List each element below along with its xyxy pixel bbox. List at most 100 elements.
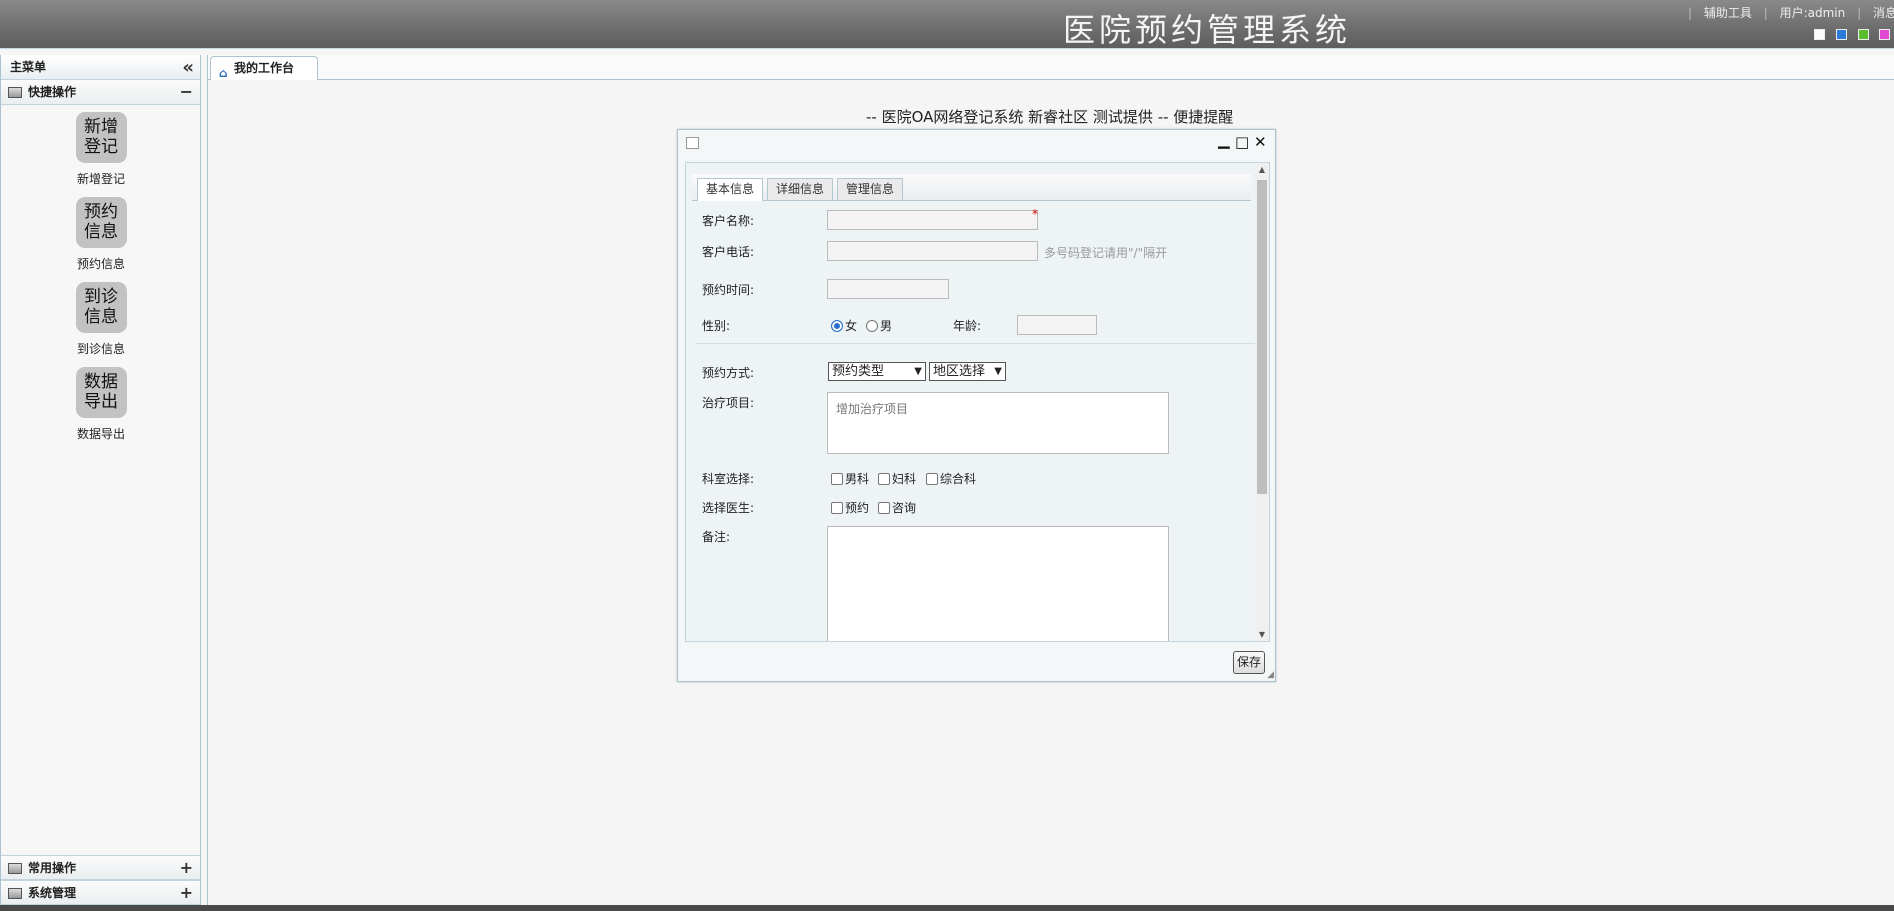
dialog-footer: 保存 ◢ bbox=[678, 643, 1275, 681]
quick-label[interactable]: 预约信息 bbox=[1, 255, 201, 272]
register-dialog: ▁ □ ✕ 基本信息 详细信息 管理信息 客户名称: * 客户电话: 多号码登记… bbox=[677, 129, 1276, 682]
separator: | bbox=[1688, 6, 1693, 20]
expand-icon[interactable]: + bbox=[180, 881, 193, 905]
maximize-icon[interactable]: □ bbox=[1235, 133, 1249, 151]
panel-system-title: 系统管理 bbox=[28, 886, 77, 900]
checkbox[interactable] bbox=[878, 502, 890, 514]
name-label: 客户名称: bbox=[702, 214, 755, 228]
save-button[interactable]: 保存 bbox=[1233, 651, 1265, 674]
top-header: 医院预约管理系统 | 辅助工具 | 用户:admin | 消息 | 退 bbox=[0, 0, 1894, 49]
skin-switcher bbox=[1814, 29, 1894, 41]
region-value: 地区选择 bbox=[933, 364, 986, 379]
dept-option-general[interactable]: 综合科 bbox=[926, 470, 976, 487]
skin-default[interactable] bbox=[1814, 29, 1825, 40]
gender-female-option[interactable]: 女 bbox=[831, 317, 857, 334]
skin-green[interactable] bbox=[1857, 29, 1869, 40]
remark-textarea[interactable] bbox=[827, 526, 1169, 641]
dialog-body: 基本信息 详细信息 管理信息 客户名称: * 客户电话: 多号码登记请用"/"隔… bbox=[685, 162, 1270, 642]
quick-item-appointments[interactable]: 预约 信息 预约信息 bbox=[1, 197, 201, 272]
treatment-textarea[interactable]: 增加治疗项目 bbox=[827, 392, 1169, 454]
gender-male-option[interactable]: 男 bbox=[866, 317, 892, 334]
radio-male[interactable] bbox=[866, 320, 878, 332]
dept-option-male[interactable]: 男科 bbox=[831, 470, 869, 487]
notice-text: -- 医院OA网络登记系统 新睿社区 测试提供 -- 便捷提醒 bbox=[866, 108, 1234, 126]
method-label: 预约方式: bbox=[702, 366, 755, 380]
region-select[interactable]: 地区选择 ▼ bbox=[929, 362, 1006, 381]
panel-quick-header[interactable]: 快捷操作 − bbox=[1, 80, 200, 105]
quick-item-export[interactable]: 数据 导出 数据导出 bbox=[1, 367, 201, 442]
skin-blue[interactable] bbox=[1835, 29, 1847, 40]
dialog-header[interactable]: ▁ □ ✕ bbox=[678, 130, 1275, 157]
doctor-option-appointment[interactable]: 预约 bbox=[831, 499, 869, 516]
checkbox[interactable] bbox=[831, 502, 843, 514]
quick-label[interactable]: 到诊信息 bbox=[1, 340, 201, 357]
tab-workbench[interactable]: ⌂ 我的工作台 bbox=[210, 56, 318, 80]
quick-btn-new-register[interactable]: 新增 登记 bbox=[75, 112, 127, 163]
folder-icon bbox=[8, 87, 22, 98]
age-label: 年龄: bbox=[953, 319, 982, 333]
panel-common-title: 常用操作 bbox=[28, 861, 77, 875]
tab-manage-info[interactable]: 管理信息 bbox=[837, 178, 904, 200]
tab-basic-info[interactable]: 基本信息 bbox=[697, 178, 764, 201]
scroll-thumb[interactable] bbox=[1257, 180, 1267, 494]
chevron-down-icon: ▼ bbox=[914, 366, 922, 377]
checkbox[interactable] bbox=[831, 473, 843, 485]
gender-female-label: 女 bbox=[845, 319, 858, 333]
dept-option-label: 综合科 bbox=[940, 472, 977, 486]
minimize-icon[interactable]: ▁ bbox=[1218, 131, 1230, 149]
customer-phone-input[interactable] bbox=[827, 241, 1038, 261]
quick-label[interactable]: 新增登记 bbox=[1, 170, 201, 187]
phone-label: 客户电话: bbox=[702, 245, 755, 259]
user-link[interactable]: 用户:admin bbox=[1780, 4, 1846, 21]
tab-workbench-label: 我的工作台 bbox=[234, 61, 295, 75]
sidebar: 主菜单 « 快捷操作 − 新增 登记 新增登记 预约 信息 预约信息 到诊 信息 到诊… bbox=[0, 55, 201, 905]
collapse-icon[interactable]: − bbox=[180, 80, 193, 104]
doctor-option-consult[interactable]: 咨询 bbox=[878, 499, 916, 516]
doctor-option-label: 预约 bbox=[845, 501, 870, 515]
skin-pink[interactable] bbox=[1879, 29, 1891, 40]
panel-common-header[interactable]: 常用操作 + bbox=[1, 855, 200, 880]
panel-system-header[interactable]: 系统管理 + bbox=[1, 880, 200, 905]
collapse-sidebar-icon[interactable]: « bbox=[182, 55, 194, 80]
appointment-type-value: 预约类型 bbox=[832, 364, 885, 379]
gender-male-label: 男 bbox=[880, 319, 893, 333]
quick-item-new-register[interactable]: 新增 登记 新增登记 bbox=[1, 112, 201, 187]
separator: | bbox=[1763, 6, 1768, 20]
scroll-down-icon[interactable]: ▼ bbox=[1259, 630, 1265, 639]
quick-actions-list: 新增 登记 新增登记 预约 信息 预约信息 到诊 信息 到诊信息 数据 导出 数据导出 bbox=[1, 105, 200, 442]
quick-btn-export[interactable]: 数据 导出 bbox=[75, 367, 127, 418]
form-tabs: 基本信息 详细信息 管理信息 bbox=[692, 174, 1251, 201]
appointment-time-input[interactable] bbox=[827, 279, 949, 299]
folder-icon bbox=[8, 863, 22, 874]
quick-btn-visits[interactable]: 到诊 信息 bbox=[75, 282, 127, 333]
folder-icon bbox=[8, 888, 22, 899]
radio-female[interactable] bbox=[831, 320, 843, 332]
appointment-type-select[interactable]: 预约类型 ▼ bbox=[828, 362, 926, 381]
checkbox[interactable] bbox=[878, 473, 890, 485]
resize-grip-icon[interactable]: ◢ bbox=[1267, 670, 1274, 680]
expand-icon[interactable]: + bbox=[180, 856, 193, 880]
dept-option-label: 妇科 bbox=[892, 472, 917, 486]
required-mark: * bbox=[1032, 207, 1038, 221]
quick-label[interactable]: 数据导出 bbox=[1, 425, 201, 442]
checkbox[interactable] bbox=[926, 473, 938, 485]
gender-label: 性别: bbox=[702, 319, 731, 333]
messages-link[interactable]: 消息 bbox=[1873, 4, 1894, 21]
customer-name-input[interactable] bbox=[827, 210, 1038, 230]
chevron-down-icon: ▼ bbox=[994, 366, 1002, 377]
quick-btn-appointments[interactable]: 预约 信息 bbox=[75, 197, 127, 248]
quick-item-visits[interactable]: 到诊 信息 到诊信息 bbox=[1, 282, 201, 357]
tab-detail-info[interactable]: 详细信息 bbox=[767, 178, 834, 200]
scroll-up-icon[interactable]: ▲ bbox=[1259, 165, 1265, 174]
close-icon[interactable]: ✕ bbox=[1254, 133, 1267, 151]
bottom-strip bbox=[0, 905, 1894, 911]
tools-link[interactable]: 辅助工具 bbox=[1704, 4, 1752, 21]
time-label: 预约时间: bbox=[702, 283, 755, 297]
sidebar-title-text: 主菜单 bbox=[10, 60, 47, 74]
app-title: 医院预约管理系统 bbox=[1063, 11, 1352, 49]
home-icon: ⌂ bbox=[219, 66, 228, 80]
remark-label: 备注: bbox=[702, 530, 731, 544]
dialog-scrollbar[interactable]: ▲ ▼ bbox=[1255, 163, 1269, 641]
age-input[interactable] bbox=[1017, 315, 1097, 335]
dept-option-female[interactable]: 妇科 bbox=[878, 470, 916, 487]
